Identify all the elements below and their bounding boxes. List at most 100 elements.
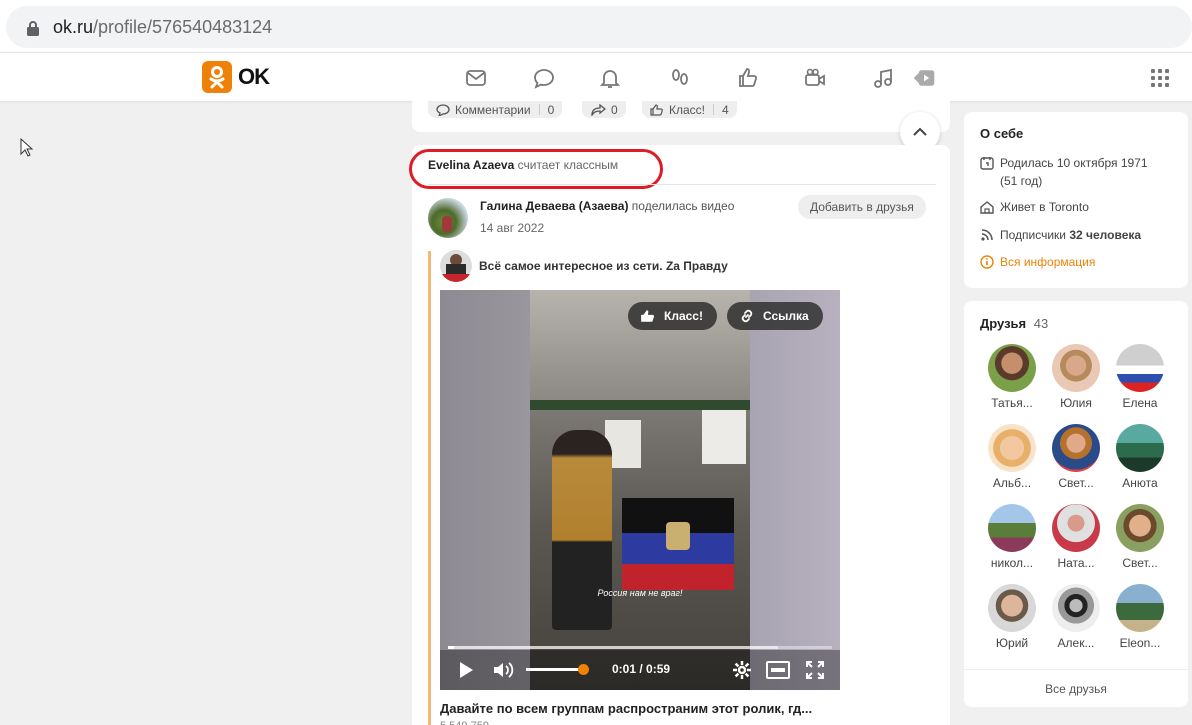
share-icon — [591, 103, 606, 116]
author-name[interactable]: Галина Деваева (Азаева) — [480, 199, 628, 213]
previous-post-footer: Комментарии 0 0 Класс! 4 — [412, 101, 950, 132]
all-info-link[interactable]: Вся информация — [980, 253, 1095, 271]
liker-name[interactable]: Evelina Azaeva — [428, 158, 514, 172]
video-subtitle: Россия нам не враг! — [597, 588, 683, 598]
video-title[interactable]: Давайте по всем группам распространим эт… — [440, 701, 812, 716]
friend-avatar — [1052, 584, 1100, 632]
friend-item[interactable]: Юрий — [980, 584, 1044, 650]
divider — [428, 184, 936, 185]
repost-bar — [428, 251, 431, 725]
video-blur-right — [750, 290, 840, 690]
friend-avatar — [988, 584, 1036, 632]
friend-avatar — [1116, 424, 1164, 472]
like-icon[interactable] — [736, 66, 760, 90]
video-blur-left — [440, 290, 530, 690]
like-icon — [641, 310, 655, 322]
friend-avatar — [988, 504, 1036, 552]
video-progress-bar[interactable] — [448, 646, 832, 649]
scaffolding — [530, 400, 750, 410]
group-avatar[interactable] — [440, 250, 472, 282]
bell-icon[interactable] — [598, 66, 622, 90]
author-line: Галина Деваева (Азаева) поделилась видео — [480, 199, 735, 213]
group-name[interactable]: Всё самое интересное из сети. Zа Правду — [479, 259, 728, 273]
lock-icon — [27, 21, 39, 36]
video-camera-icon[interactable] — [803, 66, 827, 90]
music-note-icon[interactable] — [871, 66, 895, 90]
fullscreen-icon[interactable] — [806, 661, 824, 679]
apps-grid-icon[interactable] — [1151, 69, 1171, 89]
friend-avatar — [1052, 424, 1100, 472]
friend-avatar — [1116, 584, 1164, 632]
friend-avatar — [1116, 504, 1164, 552]
friend-item[interactable]: никол... — [980, 504, 1044, 570]
friend-item[interactable]: Анюта — [1108, 424, 1172, 490]
klass-button[interactable]: Класс! 4 — [642, 101, 737, 118]
friend-item[interactable]: Ната... — [1044, 504, 1108, 570]
friend-item[interactable]: Юлия — [1044, 344, 1108, 410]
link-icon — [741, 309, 753, 323]
ok-logo-icon — [202, 61, 232, 93]
chat-icon[interactable] — [532, 66, 556, 90]
friend-item[interactable]: Свет... — [1108, 504, 1172, 570]
add-friend-button[interactable]: Добавить в друзья — [798, 195, 926, 219]
video-time: 0:01 / 0:59 — [612, 662, 671, 676]
volume-fill — [526, 668, 583, 671]
flag — [622, 498, 734, 590]
ok-logo-text: OK — [238, 64, 270, 89]
friend-avatar — [1116, 344, 1164, 392]
friend-item[interactable]: Свет... — [1044, 424, 1108, 490]
footprints-icon[interactable] — [668, 66, 692, 90]
subscribers-info[interactable]: Подписчики 32 человека — [980, 226, 1141, 244]
video-views: 5 549 759 — [440, 720, 489, 725]
home-icon — [980, 201, 994, 214]
about-card: О себе Родилась 10 октября 1971 (51 год) … — [964, 112, 1188, 288]
friend-avatar — [988, 424, 1036, 472]
video-play-icon[interactable] — [912, 66, 936, 90]
share-button[interactable]: 0 — [582, 101, 626, 118]
friend-item[interactable]: Алек... — [1044, 584, 1108, 650]
friend-avatar — [1052, 344, 1100, 392]
birthday-info: Родилась 10 октября 1971 (51 год) — [980, 154, 1148, 190]
mouse-cursor-icon — [20, 138, 34, 157]
url-box[interactable]: ok.ru/profile/576540483124 — [6, 6, 1192, 48]
friend-item[interactable]: Eleon... — [1108, 584, 1172, 650]
video-controls: 0:01 / 0:59 — [440, 650, 840, 690]
about-heading: О себе — [980, 126, 1024, 141]
rss-icon — [981, 229, 993, 241]
browser-address-bar: ok.ru/profile/576540483124 — [0, 0, 1192, 52]
comments-button[interactable]: Комментарии 0 — [428, 101, 563, 118]
volume-knob[interactable] — [578, 664, 589, 675]
friends-heading[interactable]: Друзья 43 — [980, 316, 1048, 331]
author-avatar[interactable] — [428, 198, 468, 238]
url-text[interactable]: ok.ru/profile/576540483124 — [53, 17, 272, 38]
envelope-icon[interactable] — [464, 66, 488, 90]
video-buffer-fill — [448, 646, 779, 649]
feed-post-card: Evelina Azaeva считает классным Галина Д… — [409, 145, 950, 725]
friend-avatar — [988, 344, 1036, 392]
info-icon — [980, 255, 994, 269]
gear-icon[interactable] — [732, 660, 752, 680]
ok-top-header: OK — [0, 52, 1192, 101]
protest-sign — [702, 410, 746, 464]
video-frame: Россия нам не враг! — [530, 290, 750, 690]
friend-item[interactable]: Елена — [1108, 344, 1172, 410]
calendar-icon — [980, 157, 994, 170]
friend-avatar — [1052, 504, 1100, 552]
miniplayer-icon[interactable] — [766, 661, 790, 679]
liked-by-line: Evelina Azaeva считает классным — [428, 158, 619, 172]
friends-card: Друзья 43 Татья... Юлия Елена Альб... Св… — [964, 301, 1188, 707]
volume-icon[interactable] — [492, 660, 514, 680]
all-friends-link[interactable]: Все друзья — [964, 669, 1188, 707]
like-icon — [650, 103, 663, 116]
volume-slider[interactable] — [526, 664, 589, 675]
play-icon[interactable] — [458, 661, 474, 679]
video-player[interactable]: Россия нам не враг! Класс! Ссылка 0:01 /… — [440, 290, 840, 690]
chevron-up-icon — [913, 127, 927, 136]
friend-item[interactable]: Альб... — [980, 424, 1044, 490]
video-link-button[interactable]: Ссылка — [727, 302, 823, 330]
protester-figure — [552, 430, 612, 630]
post-date[interactable]: 14 авг 2022 — [480, 221, 544, 235]
ok-logo[interactable]: OK — [202, 61, 270, 93]
video-klass-button[interactable]: Класс! — [628, 302, 717, 330]
friend-item[interactable]: Татья... — [980, 344, 1044, 410]
